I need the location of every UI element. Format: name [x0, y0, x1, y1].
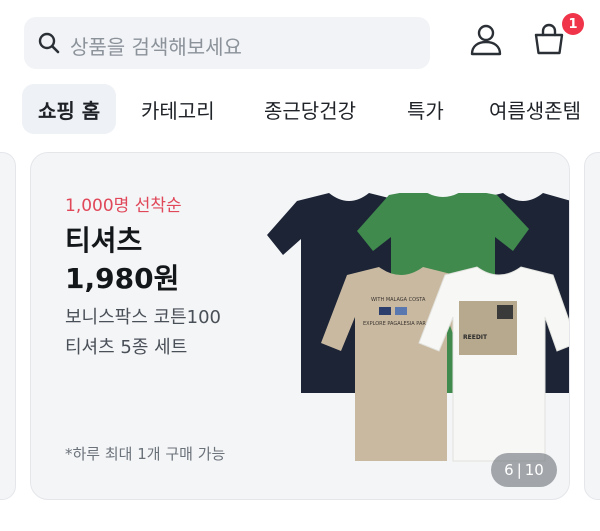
- white-print-label: REEDIT: [463, 334, 488, 341]
- previous-banner-peek[interactable]: [0, 152, 16, 500]
- promo-tag: 1,000명 선착순: [65, 196, 182, 216]
- banner-description-line2: 티셔츠 5종 세트: [65, 337, 188, 358]
- category-tabs: 쇼핑 홈 카테고리 종근당건강 특가 여름생존템: [0, 84, 600, 134]
- beige-print-line2: EXPLORE PAGALESIA PARA: [363, 321, 430, 327]
- counter-total: 10: [524, 461, 544, 479]
- cart-badge: 1: [562, 13, 584, 35]
- tab-special-deal[interactable]: 특가: [407, 84, 444, 134]
- banner-price: 1,980원: [65, 262, 180, 295]
- tab-chong-kun-dang[interactable]: 종근당건강: [264, 84, 356, 134]
- counter-current: 6: [504, 461, 514, 479]
- tab-shopping-home[interactable]: 쇼핑 홈: [22, 84, 117, 134]
- promo-banner-card[interactable]: 1,000명 선착순 티셔츠 1,980원 보니스팍스 코튼100 티셔츠 5종…: [30, 152, 570, 500]
- search-bar[interactable]: 상품을 검색해보세요: [24, 17, 430, 69]
- tab-category[interactable]: 카테고리: [141, 84, 215, 134]
- beige-print-photo-1: [379, 307, 391, 315]
- banner-title: 티셔츠: [65, 224, 143, 257]
- shopping-bag-icon[interactable]: [532, 22, 566, 56]
- banner-page-counter: 6 | 10: [491, 453, 557, 487]
- tab-summer-items[interactable]: 여름생존템: [489, 84, 581, 134]
- next-banner-peek[interactable]: [584, 152, 600, 500]
- beige-print-photo-2: [395, 307, 407, 315]
- counter-separator: |: [516, 461, 522, 479]
- white-print-photo: [497, 305, 513, 319]
- search-placeholder: 상품을 검색해보세요: [70, 35, 242, 59]
- search-icon: [38, 32, 60, 54]
- user-icon[interactable]: [469, 22, 503, 56]
- banner-description-line1: 보니스팍스 코튼100: [65, 307, 221, 328]
- purchase-limit-note: *하루 최대 1개 구매 가능: [65, 445, 226, 463]
- beige-print-line1: WITH MALAGA COSTA: [371, 297, 426, 303]
